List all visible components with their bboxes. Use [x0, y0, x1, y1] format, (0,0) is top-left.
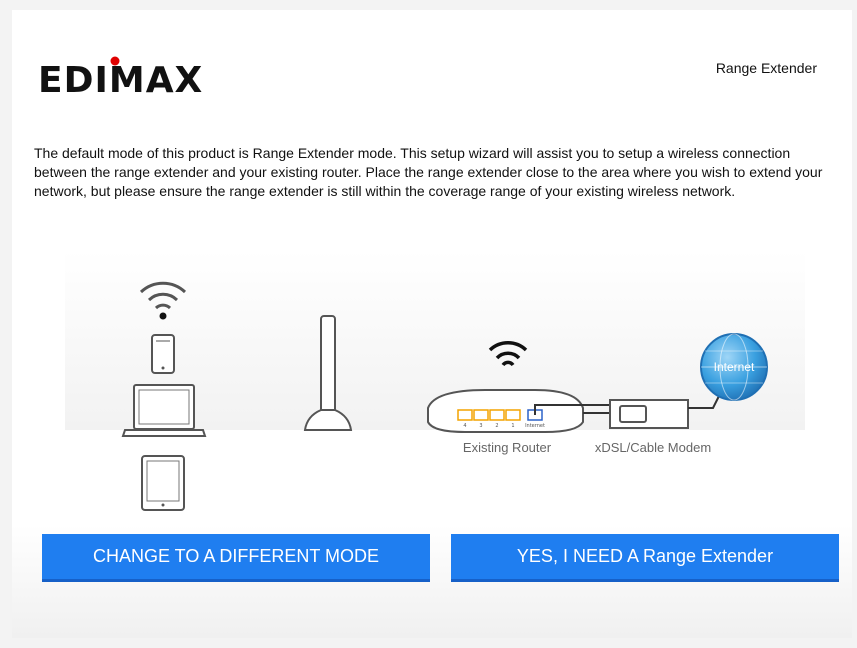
confirm-range-extender-button[interactable]: YES, I NEED A Range Extender — [451, 534, 839, 582]
logo-text: EDIMAX — [38, 60, 203, 96]
svg-text:4: 4 — [463, 423, 466, 429]
product-name: Range Extender — [715, 60, 817, 76]
laptop-icon — [121, 384, 207, 437]
logo-dot — [110, 56, 120, 66]
globe-icon: Internet — [700, 333, 768, 401]
intro-text: The default mode of this product is Rang… — [34, 145, 823, 199]
edimax-logo: EDIMAX — [38, 56, 203, 96]
modem-icon — [609, 399, 689, 429]
network-diagram: 4 3 2 1 Internet Existing Router xDSL/Ca… — [65, 250, 805, 511]
tablet-icon — [141, 455, 185, 511]
modem-label: xDSL/Cable Modem — [595, 440, 711, 455]
svg-text:1: 1 — [511, 423, 514, 429]
router-icon: 4 3 2 1 Internet — [427, 389, 584, 433]
svg-text:Internet: Internet — [525, 423, 545, 429]
svg-text:3: 3 — [479, 423, 482, 429]
svg-text:2: 2 — [495, 423, 498, 429]
change-mode-button[interactable]: CHANGE TO A DIFFERENT MODE — [42, 534, 430, 582]
router-label: Existing Router — [463, 440, 552, 455]
internet-label: Internet — [714, 360, 755, 374]
smartphone-icon — [151, 334, 175, 374]
